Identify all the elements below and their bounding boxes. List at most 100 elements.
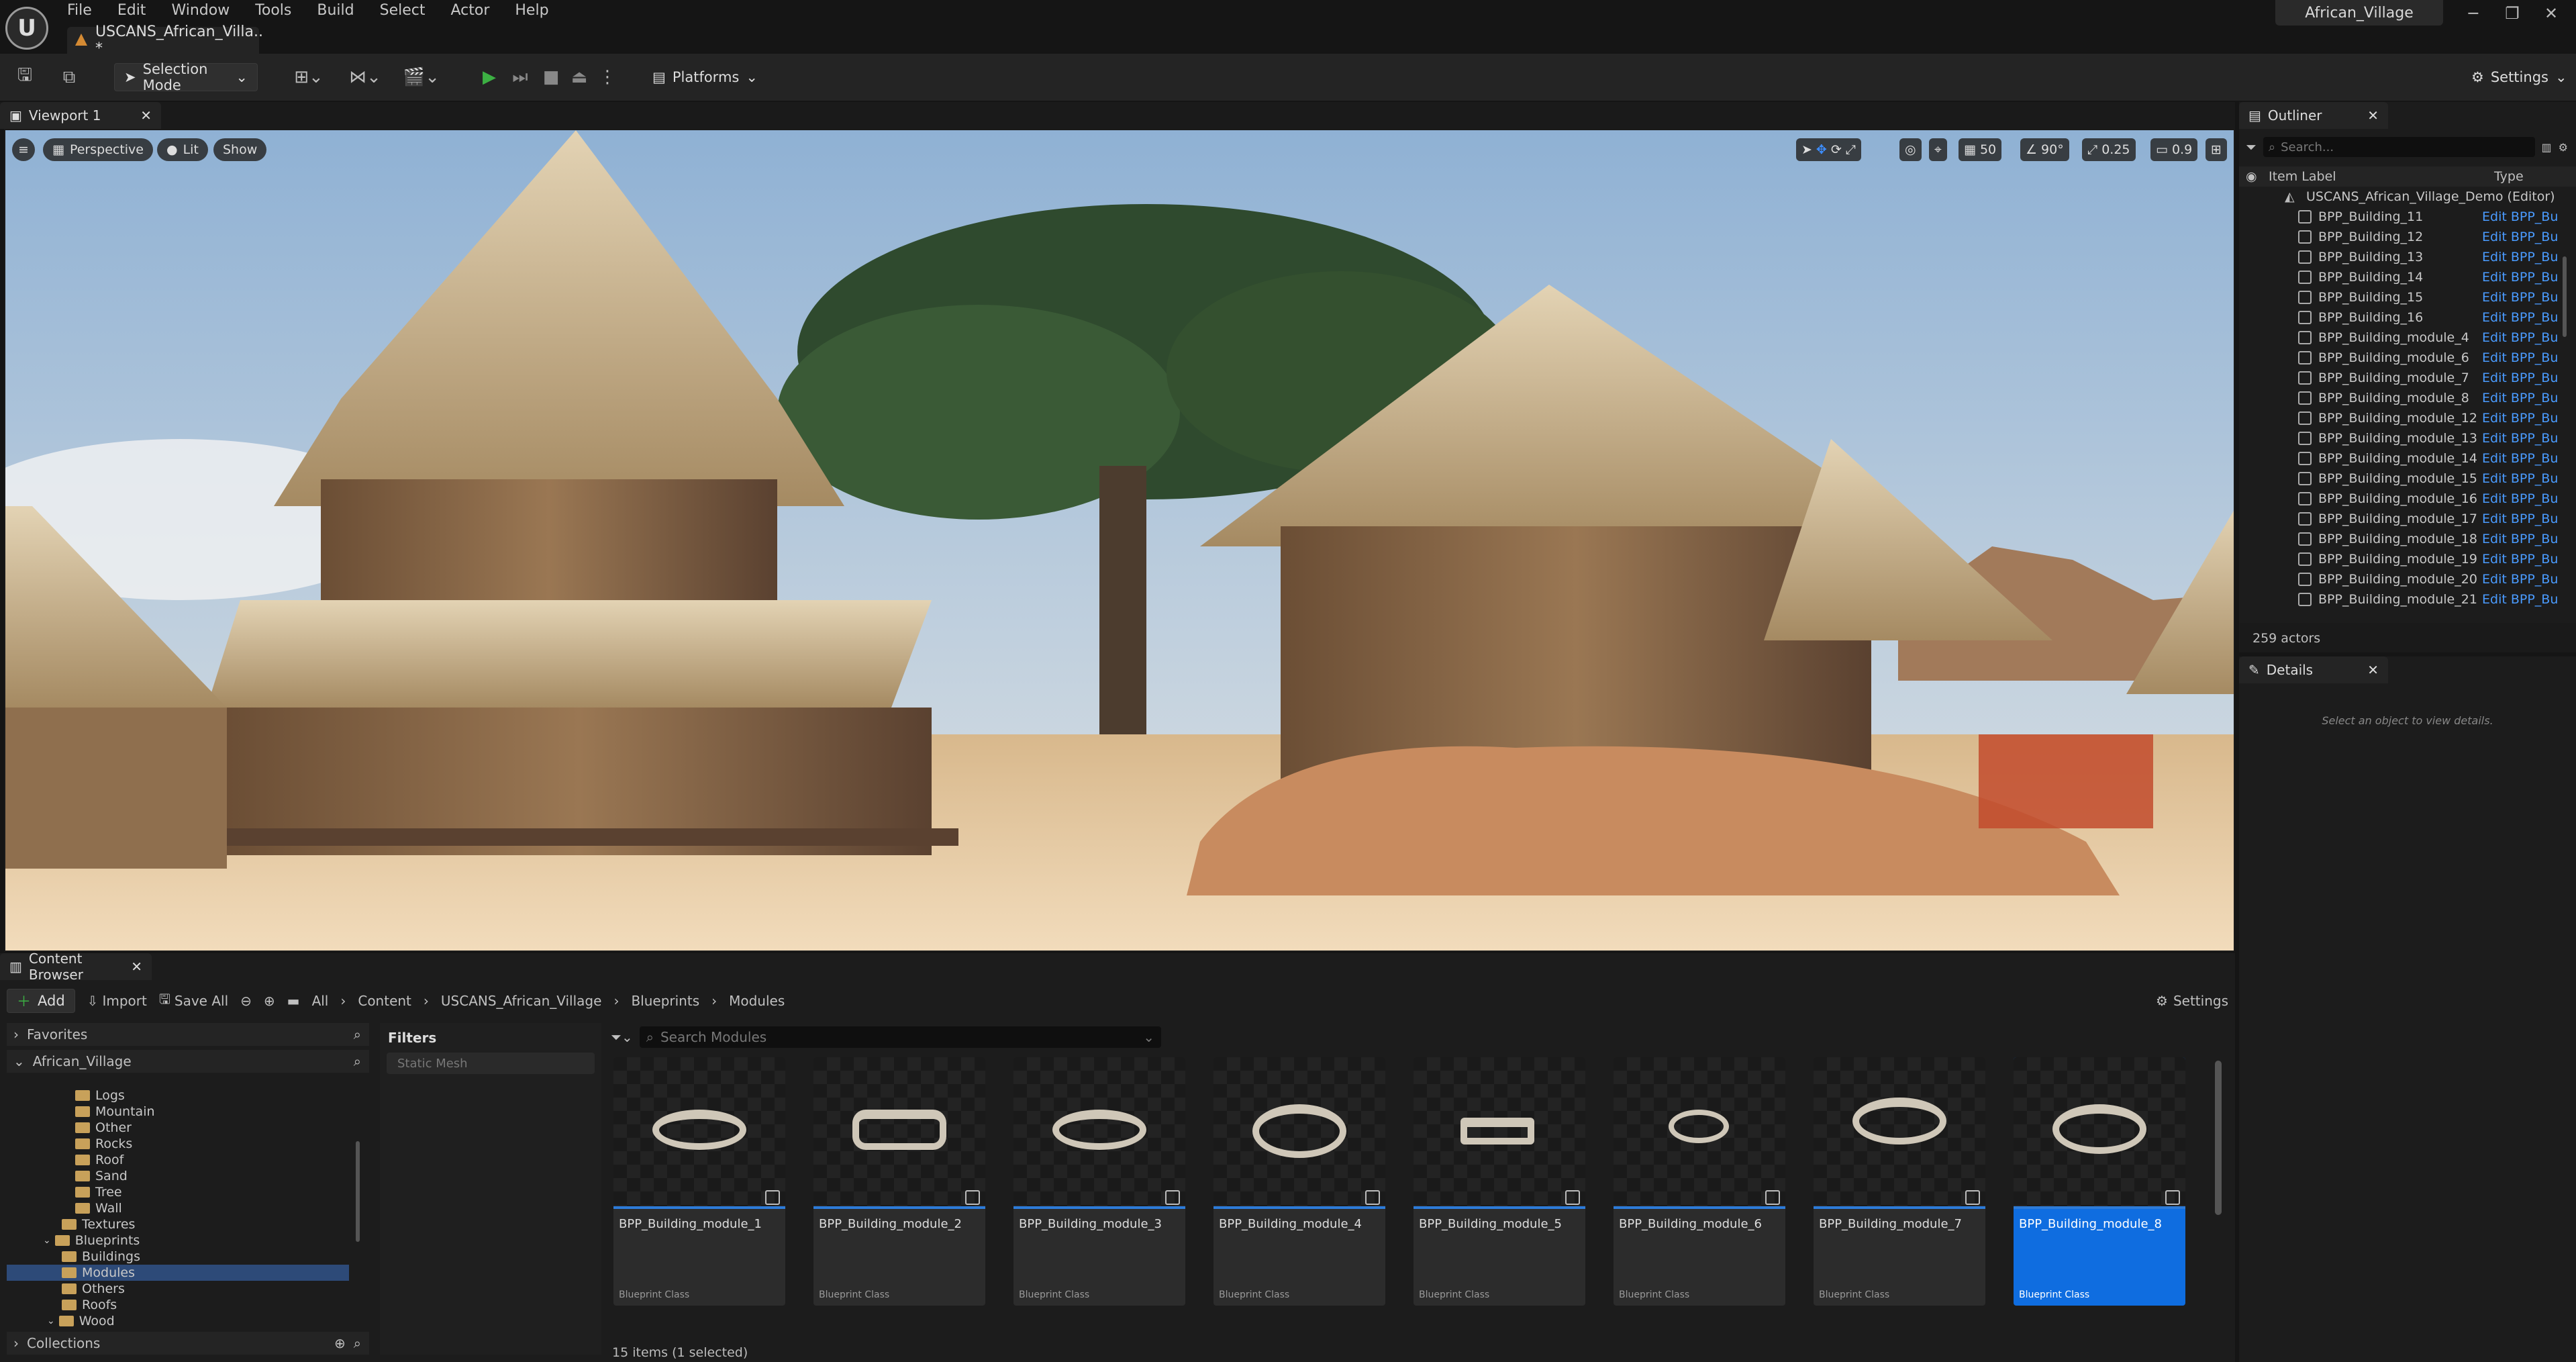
cinematics-icon[interactable]: 🎬⌄ — [401, 66, 442, 89]
platforms-dropdown[interactable]: ▤ Platforms ⌄ — [643, 63, 767, 91]
viewport-tab[interactable]: ▣ Viewport 1 ✕ — [0, 102, 161, 129]
root-folder-header[interactable]: ⌄ African_Village ⌕ — [7, 1050, 369, 1073]
gear-icon[interactable]: ⚙ — [2559, 141, 2568, 154]
asset-tile[interactable]: BPP_Building_module_2 Blueprint Class — [813, 1057, 985, 1306]
actor-type-link[interactable]: Edit BPP_Bu — [2482, 290, 2558, 305]
asset-tile[interactable]: BPP_Building_module_4 Blueprint Class — [1213, 1057, 1385, 1306]
camera-speed-button[interactable]: ▭ 0.9 — [2150, 138, 2198, 161]
menu-help[interactable]: Help — [515, 2, 548, 19]
actor-type-link[interactable]: Edit BPP_Bu — [2482, 391, 2558, 405]
search-icon[interactable]: ⌕ — [354, 1335, 361, 1351]
scale-snap-toggle[interactable]: ⤢ 0.25 — [2082, 138, 2136, 161]
folder-item[interactable]: Buildings — [7, 1249, 356, 1265]
close-tab-icon[interactable]: ✕ — [2367, 662, 2379, 678]
breadcrumb-item[interactable]: All — [312, 993, 329, 1009]
actor-type-link[interactable]: Edit BPP_Bu — [2482, 572, 2558, 587]
menu-file[interactable]: File — [67, 2, 92, 19]
browse-icon[interactable]: ⧉ — [58, 66, 81, 89]
add-actor-icon[interactable]: ⊞⌄ — [289, 66, 329, 89]
outliner-row[interactable]: BPP_Building_module_13 Edit BPP_Bu — [2239, 428, 2568, 448]
step-icon[interactable]: ⏭ — [509, 66, 532, 89]
folder-tree-scrollbar[interactable] — [356, 1141, 360, 1242]
close-tab-icon[interactable]: ✕ — [140, 107, 152, 124]
outliner-row[interactable]: BPP_Building_16 Edit BPP_Bu — [2239, 307, 2568, 328]
breadcrumb-item[interactable]: USCANS_African_Village — [441, 993, 602, 1009]
actor-type-link[interactable]: Edit BPP_Bu — [2482, 209, 2558, 224]
folder-item[interactable]: Tree — [7, 1184, 356, 1200]
actor-type-link[interactable]: Edit BPP_Bu — [2482, 532, 2558, 546]
add-folder-icon[interactable]: ▥ — [2542, 141, 2552, 154]
menu-edit[interactable]: Edit — [117, 2, 146, 19]
folder-item[interactable]: Wall — [7, 1200, 356, 1216]
maximize-viewport-icon[interactable]: ⊞ — [2206, 138, 2227, 161]
actor-type-link[interactable]: Edit BPP_Bu — [2482, 250, 2558, 264]
actor-type-link[interactable]: Edit BPP_Bu — [2482, 230, 2558, 244]
outliner-row[interactable]: BPP_Building_module_12 Edit BPP_Bu — [2239, 408, 2568, 428]
column-type[interactable]: Type — [2494, 169, 2524, 184]
actor-type-link[interactable]: Edit BPP_Bu — [2482, 310, 2558, 325]
import-button[interactable]: ⇩ Import — [87, 993, 147, 1009]
outliner-row[interactable]: BPP_Building_module_20 Edit BPP_Bu — [2239, 569, 2568, 589]
surface-snap-icon[interactable]: ⌖ — [1929, 138, 1947, 161]
outliner-row[interactable]: BPP_Building_12 Edit BPP_Bu — [2239, 227, 2568, 247]
folder-item[interactable]: Mountain — [7, 1104, 356, 1120]
level-viewport[interactable]: ≡ ▦ Perspective ● Lit Show ➤ ✥ ⟳ ⤢ ◎ ⌖ ▦… — [4, 129, 2235, 952]
translate-tool-icon[interactable]: ✥ — [1816, 142, 1827, 157]
folder-icon[interactable]: ▬ — [287, 993, 300, 1009]
favorites-header[interactable]: › Favorites ⌕ — [7, 1023, 369, 1046]
folder-item[interactable]: Textures — [7, 1216, 356, 1232]
unreal-logo-icon[interactable]: U — [5, 7, 48, 50]
outliner-row[interactable]: BPP_Building_15 Edit BPP_Bu — [2239, 287, 2568, 307]
asset-tile[interactable]: BPP_Building_module_3 Blueprint Class — [1013, 1057, 1185, 1306]
folder-item[interactable]: ⌄ Wood — [7, 1313, 356, 1329]
asset-tile[interactable]: BPP_Building_module_6 Blueprint Class — [1614, 1057, 1785, 1306]
settings-dropdown[interactable]: ⚙ Settings ⌄ — [2462, 63, 2576, 91]
close-window-icon[interactable]: ✕ — [2534, 4, 2568, 23]
menu-build[interactable]: Build — [317, 2, 354, 19]
asset-grid-scrollbar[interactable] — [2215, 1061, 2222, 1215]
outliner-row[interactable]: BPP_Building_module_6 Edit BPP_Bu — [2239, 348, 2568, 368]
more-options-icon[interactable]: ⋮ — [596, 66, 619, 89]
collections-header[interactable]: › Collections ⊕ ⌕ — [7, 1332, 369, 1355]
column-item-label[interactable]: Item Label — [2269, 169, 2336, 184]
menu-window[interactable]: Window — [171, 2, 230, 19]
folder-item[interactable]: ⌄ Blueprints — [7, 1232, 356, 1249]
asset-tile-selected[interactable]: BPP_Building_module_8 Blueprint Class — [2014, 1057, 2185, 1306]
close-tab-icon[interactable]: ✕ — [131, 959, 142, 975]
outliner-root-row[interactable]: ◭ USCANS_African_Village_Demo (Editor) — [2239, 187, 2568, 207]
search-icon[interactable]: ⌕ — [354, 1053, 361, 1069]
filter-icon[interactable]: ⏷ — [2246, 139, 2257, 155]
select-tool-icon[interactable]: ➤ — [1801, 142, 1812, 157]
outliner-row[interactable]: BPP_Building_module_17 Edit BPP_Bu — [2239, 509, 2568, 529]
actor-type-link[interactable]: Edit BPP_Bu — [2482, 411, 2558, 426]
grid-snap-toggle[interactable]: ▦ 50 — [1959, 138, 2002, 161]
stop-icon[interactable]: ■ — [540, 66, 562, 89]
folder-item[interactable]: Sand — [7, 1168, 356, 1184]
folder-item[interactable]: Others — [7, 1281, 356, 1297]
outliner-row[interactable]: BPP_Building_module_16 Edit BPP_Bu — [2239, 489, 2568, 509]
actor-type-link[interactable]: Edit BPP_Bu — [2482, 431, 2558, 446]
actor-type-link[interactable]: Edit BPP_Bu — [2482, 350, 2558, 365]
selection-mode-dropdown[interactable]: ➤ Selection Mode ⌄ — [114, 61, 258, 93]
outliner-row[interactable]: BPP_Building_module_8 Edit BPP_Bu — [2239, 388, 2568, 408]
asset-tile[interactable]: BPP_Building_module_5 Blueprint Class — [1414, 1057, 1585, 1306]
actor-type-link[interactable]: Edit BPP_Bu — [2482, 471, 2558, 486]
add-collection-icon[interactable]: ⊕ — [334, 1335, 346, 1351]
actor-type-link[interactable]: Edit BPP_Bu — [2482, 491, 2558, 506]
back-icon[interactable]: ⊖ — [240, 993, 252, 1009]
level-document-tab[interactable]: USCANS_African_Villa.. * — [67, 23, 263, 57]
outliner-row[interactable]: BPP_Building_module_7 Edit BPP_Bu — [2239, 368, 2568, 388]
folder-item-selected[interactable]: Modules — [7, 1265, 349, 1281]
show-button[interactable]: Show — [213, 138, 267, 161]
outliner-tab[interactable]: ▤ Outliner ✕ — [2239, 102, 2388, 129]
actor-type-link[interactable]: Edit BPP_Bu — [2482, 270, 2558, 285]
outliner-row[interactable]: BPP_Building_13 Edit BPP_Bu — [2239, 247, 2568, 267]
eject-icon[interactable]: ⏏ — [568, 66, 591, 89]
outliner-row[interactable]: BPP_Building_11 Edit BPP_Bu — [2239, 207, 2568, 227]
world-local-icon[interactable]: ◎ — [1899, 138, 1922, 161]
perspective-button[interactable]: ▦ Perspective — [43, 138, 153, 161]
search-icon[interactable]: ⌕ — [354, 1026, 361, 1042]
actor-type-link[interactable]: Edit BPP_Bu — [2482, 552, 2558, 567]
rotate-tool-icon[interactable]: ⟳ — [1831, 142, 1842, 157]
outliner-row[interactable]: BPP_Building_module_18 Edit BPP_Bu — [2239, 529, 2568, 549]
